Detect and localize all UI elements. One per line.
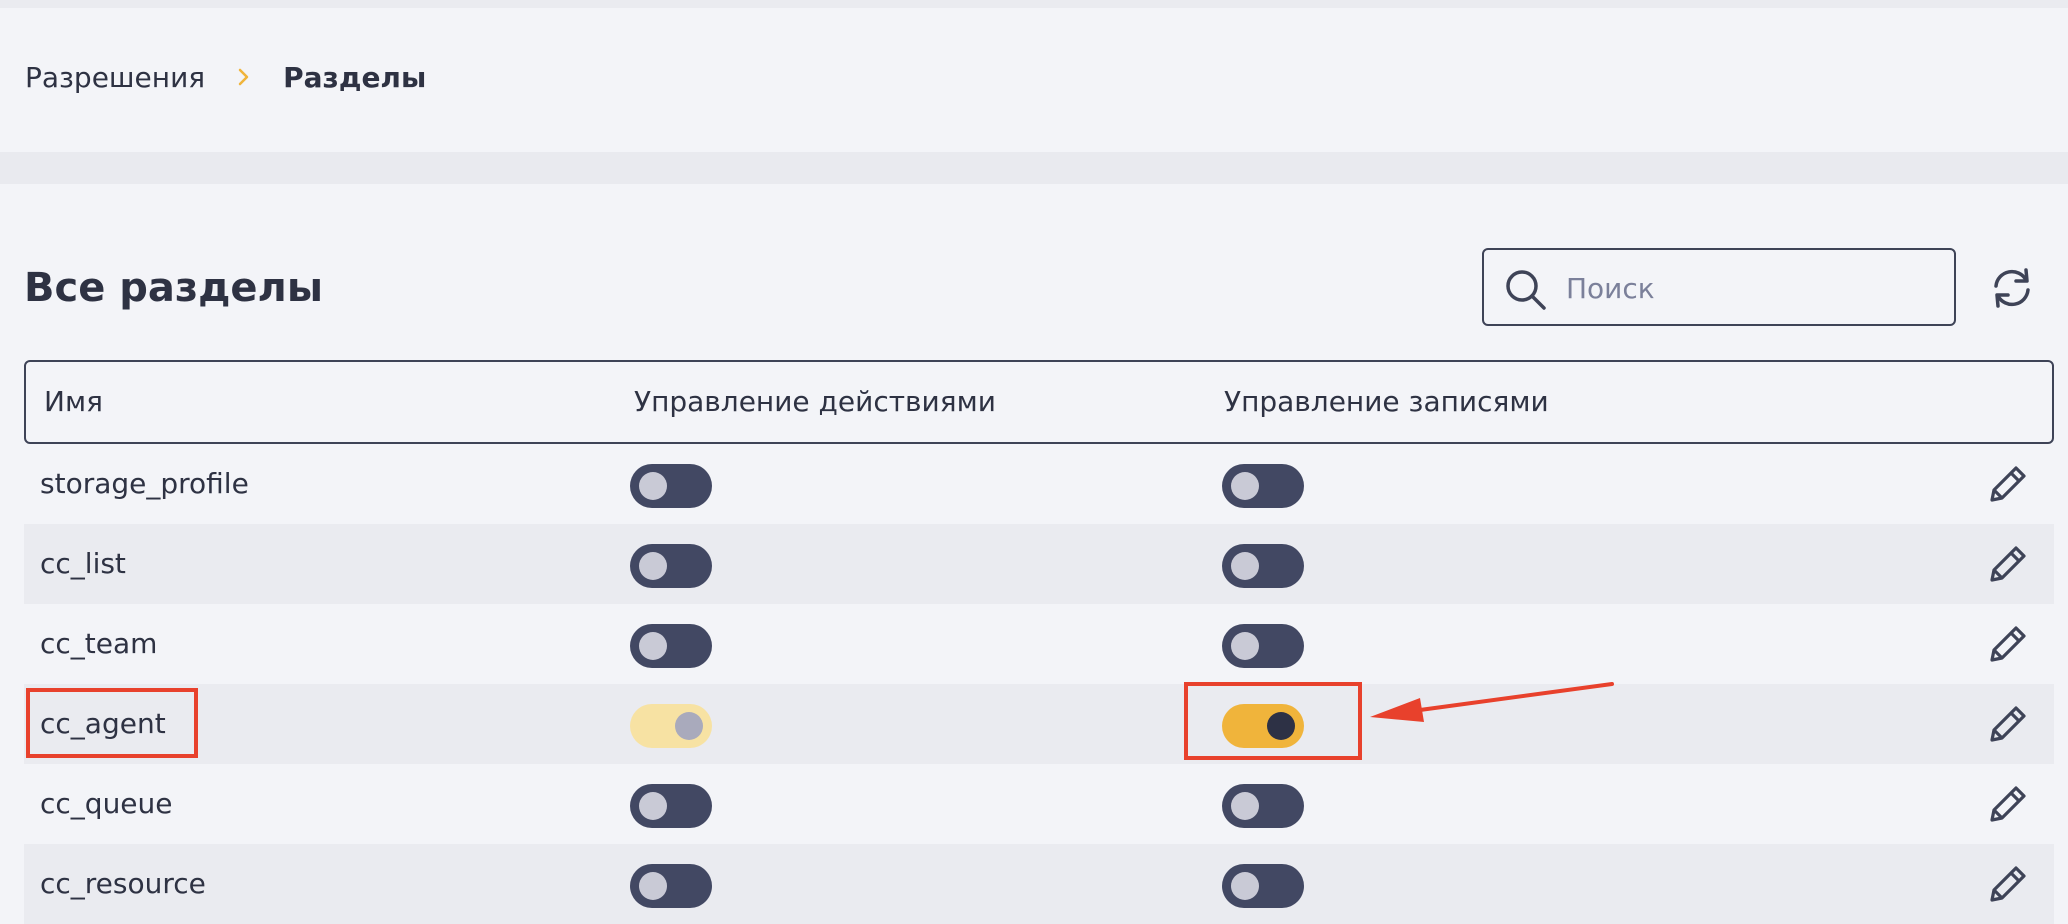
records-toggle[interactable]	[1222, 864, 1304, 908]
row-name: storage_profile	[40, 467, 249, 500]
search-icon	[1506, 270, 1546, 310]
toggle-knob	[639, 792, 667, 820]
table-row: cc_agent	[24, 684, 2054, 764]
section-divider	[0, 152, 2068, 184]
search-input[interactable]	[1564, 250, 1948, 326]
actions-toggle[interactable]	[630, 864, 712, 908]
records-toggle[interactable]	[1222, 464, 1304, 508]
records-toggle[interactable]	[1222, 544, 1304, 588]
toggle-knob	[639, 472, 667, 500]
page-title: Все разделы	[24, 265, 324, 311]
pencil-icon[interactable]	[1984, 780, 2032, 828]
records-toggle[interactable]	[1222, 784, 1304, 828]
toggle-knob	[1231, 552, 1259, 580]
row-name: cc_resource	[40, 867, 206, 900]
row-name: cc_queue	[40, 787, 173, 820]
toggle-knob	[1231, 792, 1259, 820]
toggle-knob	[1231, 632, 1259, 660]
row-name: cc_team	[40, 627, 158, 660]
breadcrumb-item-permissions[interactable]: Разрешения	[25, 61, 205, 94]
pencil-icon[interactable]	[1984, 860, 2032, 908]
refresh-icon[interactable]	[1988, 264, 2036, 312]
table-row: cc_queue	[24, 764, 2054, 844]
top-strip	[0, 0, 2068, 8]
row-name: cc_list	[40, 547, 126, 580]
annotation-highlight-name	[26, 688, 198, 758]
chevron-right-icon	[238, 68, 249, 86]
actions-toggle[interactable]	[630, 784, 712, 828]
pencil-icon[interactable]	[1984, 460, 2032, 508]
column-header-records: Управление записями	[1224, 385, 1549, 418]
pencil-icon[interactable]	[1984, 540, 2032, 588]
toggle-knob	[1231, 472, 1259, 500]
annotation-arrow	[1370, 682, 1614, 722]
records-toggle[interactable]	[1222, 624, 1304, 668]
pencil-icon[interactable]	[1984, 700, 2032, 748]
actions-toggle[interactable]	[630, 624, 712, 668]
column-header-actions: Управление действиями	[634, 385, 996, 418]
table-row: cc_resource	[24, 844, 2054, 924]
pencil-icon[interactable]	[1984, 620, 2032, 668]
table-row: storage_profile	[24, 444, 2054, 524]
search-box[interactable]	[1482, 248, 1956, 326]
toggle-knob	[639, 632, 667, 660]
toggle-knob	[639, 872, 667, 900]
table-row: cc_list	[24, 524, 2054, 604]
actions-toggle[interactable]	[630, 544, 712, 588]
breadcrumb-item-sections: Разделы	[283, 60, 427, 94]
breadcrumb: Разрешения Разделы	[25, 60, 426, 94]
annotation-highlight-toggle	[1184, 682, 1362, 760]
actions-toggle[interactable]	[630, 464, 712, 508]
toggle-knob	[1231, 872, 1259, 900]
toggle-knob	[675, 712, 703, 740]
table-row: cc_team	[24, 604, 2054, 684]
actions-toggle[interactable]	[630, 704, 712, 748]
column-header-name: Имя	[44, 385, 103, 418]
toggle-knob	[639, 552, 667, 580]
table-header: Имя Управление действиями Управление зап…	[24, 360, 2054, 444]
